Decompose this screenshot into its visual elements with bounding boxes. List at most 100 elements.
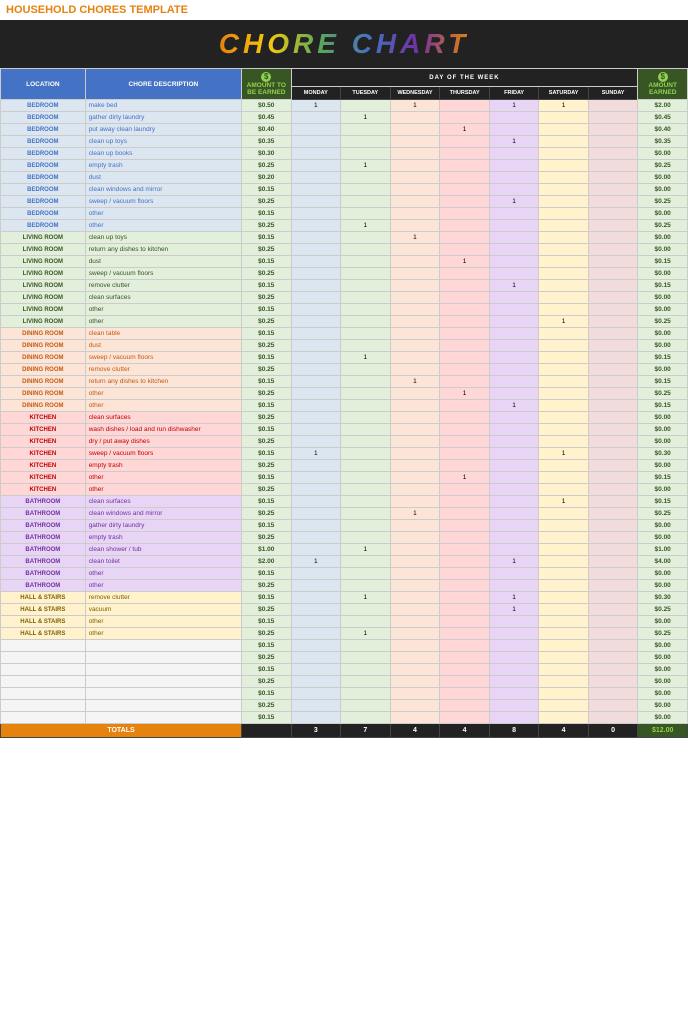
cell-fri bbox=[489, 124, 539, 136]
cell-earned: $0.00 bbox=[638, 184, 688, 196]
totals-mon: 3 bbox=[291, 724, 341, 738]
cell-amount: $1.00 bbox=[242, 544, 292, 556]
cell-location: BEDROOM bbox=[1, 208, 86, 220]
cell-thu bbox=[440, 160, 490, 172]
cell-location: BATHROOM bbox=[1, 580, 86, 592]
cell-fri bbox=[489, 256, 539, 268]
cell-sun bbox=[588, 556, 638, 568]
cell-wed bbox=[390, 484, 440, 496]
cell-mon bbox=[291, 112, 341, 124]
cell-sun bbox=[588, 544, 638, 556]
cell-wed bbox=[390, 616, 440, 628]
cell-earned: $0.00 bbox=[638, 652, 688, 664]
cell-amount: $0.15 bbox=[242, 184, 292, 196]
cell-tue bbox=[341, 136, 391, 148]
cell-sun bbox=[588, 460, 638, 472]
cell-mon bbox=[291, 712, 341, 724]
cell-chore: put away clean laundry bbox=[85, 124, 241, 136]
table-row: DINING ROOMother$0.151$0.15 bbox=[1, 400, 688, 412]
cell-thu bbox=[440, 484, 490, 496]
cell-chore bbox=[85, 664, 241, 676]
totals-wed: 4 bbox=[390, 724, 440, 738]
cell-thu bbox=[440, 232, 490, 244]
cell-sun bbox=[588, 472, 638, 484]
cell-earned: $0.00 bbox=[638, 688, 688, 700]
table-row: DINING ROOMreturn any dishes to kitchen$… bbox=[1, 376, 688, 388]
cell-sun bbox=[588, 184, 638, 196]
chart-title: Chore Chart bbox=[219, 28, 469, 59]
cell-sun bbox=[588, 244, 638, 256]
cell-sat: 1 bbox=[539, 448, 589, 460]
cell-chore: clean up toys bbox=[85, 232, 241, 244]
cell-amount: $0.15 bbox=[242, 400, 292, 412]
cell-tue: 1 bbox=[341, 160, 391, 172]
cell-tue bbox=[341, 508, 391, 520]
table-row: BATHROOMclean shower / tub$1.001$1.00 bbox=[1, 544, 688, 556]
cell-fri: 1 bbox=[489, 604, 539, 616]
cell-amount: $0.25 bbox=[242, 580, 292, 592]
table-row: BATHROOMother$0.25$0.00 bbox=[1, 580, 688, 592]
cell-thu bbox=[440, 148, 490, 160]
cell-fri bbox=[489, 244, 539, 256]
table-row: BEDROOMsweep / vacuum floors$0.251$0.25 bbox=[1, 196, 688, 208]
cell-tue bbox=[341, 712, 391, 724]
cell-amount: $0.25 bbox=[242, 484, 292, 496]
cell-chore bbox=[85, 700, 241, 712]
cell-fri bbox=[489, 436, 539, 448]
table-row: BEDROOMclean up toys$0.351$0.35 bbox=[1, 136, 688, 148]
table-row: DINING ROOMsweep / vacuum floors$0.151$0… bbox=[1, 352, 688, 364]
cell-tue bbox=[341, 268, 391, 280]
cell-amount: $0.15 bbox=[242, 712, 292, 724]
cell-tue: 1 bbox=[341, 544, 391, 556]
cell-earned: $0.00 bbox=[638, 148, 688, 160]
cell-chore: dust bbox=[85, 340, 241, 352]
cell-chore: clean shower / tub bbox=[85, 544, 241, 556]
cell-amount: $0.25 bbox=[242, 196, 292, 208]
cell-chore: wash dishes / load and run dishwasher bbox=[85, 424, 241, 436]
cell-amount: $0.25 bbox=[242, 244, 292, 256]
cell-wed bbox=[390, 340, 440, 352]
table-row: $0.15$0.00 bbox=[1, 688, 688, 700]
cell-amount: $0.25 bbox=[242, 160, 292, 172]
cell-sun bbox=[588, 340, 638, 352]
cell-mon bbox=[291, 484, 341, 496]
cell-mon bbox=[291, 244, 341, 256]
cell-mon bbox=[291, 544, 341, 556]
cell-earned: $0.00 bbox=[638, 304, 688, 316]
cell-wed bbox=[390, 556, 440, 568]
cell-wed bbox=[390, 424, 440, 436]
cell-earned: $4.00 bbox=[638, 556, 688, 568]
cell-thu bbox=[440, 292, 490, 304]
cell-sun bbox=[588, 208, 638, 220]
cell-sat bbox=[539, 592, 589, 604]
cell-sat bbox=[539, 472, 589, 484]
cell-amount: $0.15 bbox=[242, 304, 292, 316]
cell-sun bbox=[588, 508, 638, 520]
cell-tue bbox=[341, 664, 391, 676]
cell-location: HALL & STAIRS bbox=[1, 604, 86, 616]
cell-thu bbox=[440, 640, 490, 652]
cell-fri bbox=[489, 388, 539, 400]
cell-wed bbox=[390, 388, 440, 400]
cell-earned: $0.30 bbox=[638, 448, 688, 460]
cell-wed bbox=[390, 364, 440, 376]
table-row: KITCHENwash dishes / load and run dishwa… bbox=[1, 424, 688, 436]
cell-location: HALL & STAIRS bbox=[1, 628, 86, 640]
cell-wed: 1 bbox=[390, 508, 440, 520]
cell-location: LIVING ROOM bbox=[1, 232, 86, 244]
cell-sat bbox=[539, 376, 589, 388]
cell-fri bbox=[489, 508, 539, 520]
cell-sat bbox=[539, 364, 589, 376]
cell-chore: return any dishes to kitchen bbox=[85, 244, 241, 256]
cell-wed bbox=[390, 640, 440, 652]
table-row: BEDROOMmake bed$0.501111$2.00 bbox=[1, 100, 688, 112]
cell-location: LIVING ROOM bbox=[1, 268, 86, 280]
cell-chore: gather dirty laundry bbox=[85, 112, 241, 124]
table-row: BATHROOMclean toilet$2.0011$4.00 bbox=[1, 556, 688, 568]
cell-sat bbox=[539, 508, 589, 520]
cell-wed: 1 bbox=[390, 100, 440, 112]
cell-tue: 1 bbox=[341, 628, 391, 640]
cell-tue bbox=[341, 616, 391, 628]
cell-mon bbox=[291, 388, 341, 400]
table-row: KITCHENclean surfaces$0.25$0.00 bbox=[1, 412, 688, 424]
